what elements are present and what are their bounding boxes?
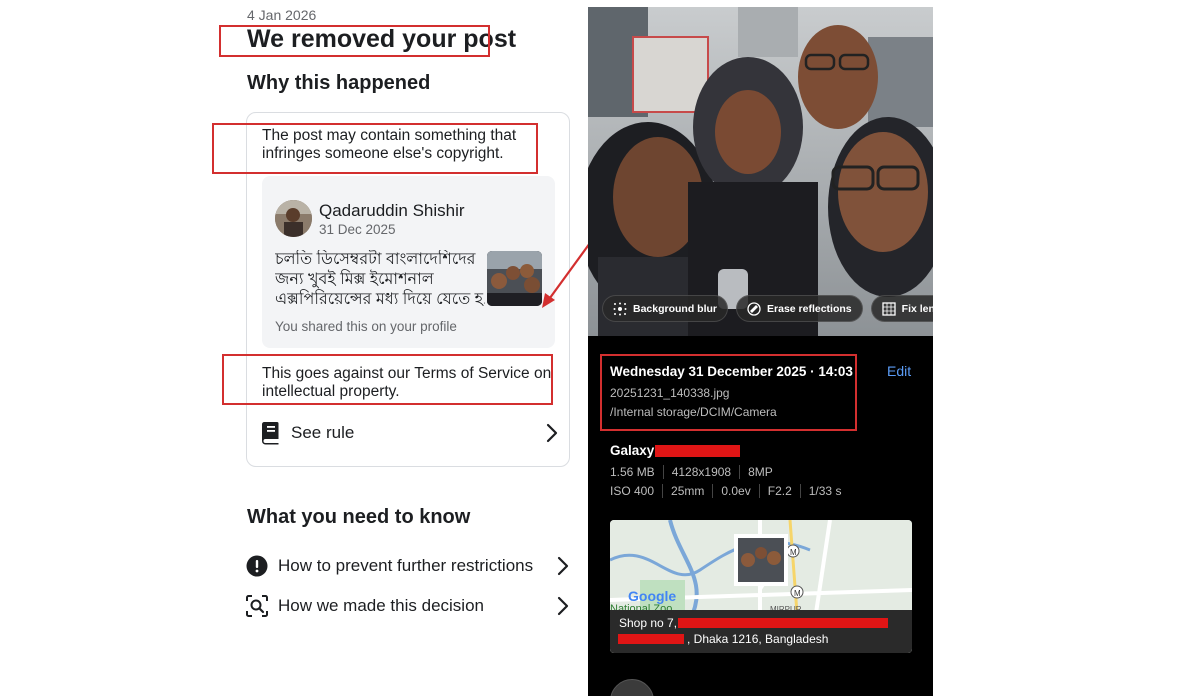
resolution: 4128x1908 <box>662 465 739 479</box>
svg-text:M: M <box>794 589 801 598</box>
annotation-box-title <box>219 25 490 57</box>
megapixels: 8MP <box>739 465 781 479</box>
background-blur-label: Background blur <box>633 302 718 315</box>
lens-icon <box>882 301 896 316</box>
prevent-restrictions-link[interactable]: How to prevent further restrictions <box>246 552 570 580</box>
post-text: চলতি ডিসেম্বরটা বাংলাদেশিদের জন্য খুবই ম… <box>275 250 485 310</box>
post-text-line: এক্সপিরিয়েন্সের মধ্য দিয়ে যেতে হ... <box>275 291 485 308</box>
see-rule-label: See rule <box>291 423 355 442</box>
google-logo: Google <box>628 588 676 604</box>
decision-info-label: How we made this decision <box>278 596 484 615</box>
address-city: , Dhaka 1216, Bangladesh <box>687 632 829 646</box>
aperture: F2.2 <box>758 484 800 498</box>
book-icon <box>261 422 279 445</box>
post-thumbnail <box>487 251 542 306</box>
post-text-line: চলতি ডিসেম্বরটা বাংলাদেশিদের <box>275 251 476 268</box>
need-to-know-heading: What you need to know <box>247 506 471 528</box>
author-avatar <box>275 200 312 237</box>
device-model: Galaxy <box>610 443 655 458</box>
annotation-box-reason <box>212 123 538 174</box>
metro-icon: M <box>790 548 797 557</box>
photo-details-panel: Background blur Erase reflections Fix le… <box>588 7 933 696</box>
shared-note: You shared this on your profile <box>275 319 457 334</box>
photo-specs-row: 1.56 MB 4128x1908 8MP <box>610 465 781 479</box>
redaction-mark <box>618 634 684 644</box>
bottom-avatar <box>610 679 654 696</box>
edit-details-button[interactable]: Edit <box>887 363 911 379</box>
focal-length: 25mm <box>662 484 712 498</box>
notice-date: 4 Jan 2026 <box>247 7 317 23</box>
address-box: Shop no 7, , Dhaka 1216, Bangladesh <box>610 610 912 653</box>
erase-reflections-chip[interactable]: Erase reflections <box>736 295 863 322</box>
removed-post-preview[interactable]: Qadaruddin Shishir 31 Dec 2025 চলতি ডিসে… <box>262 176 555 348</box>
why-heading: Why this happened <box>247 72 431 94</box>
post-date: 31 Dec 2025 <box>319 222 396 237</box>
redaction-mark <box>678 618 888 628</box>
fix-lens-distortion-label: Fix lens dis <box>901 302 933 315</box>
chevron-right-icon <box>557 556 569 576</box>
annotation-box-datetime <box>600 354 857 431</box>
see-rule-button[interactable]: See rule <box>259 418 559 448</box>
annotation-box-terms <box>222 354 553 405</box>
file-size: 1.56 MB <box>610 465 655 479</box>
prevent-restrictions-label: How to prevent further restrictions <box>278 556 534 575</box>
iso: ISO 400 <box>610 484 655 498</box>
shutter-speed: 1/33 s <box>799 484 850 498</box>
location-map[interactable]: M M Google National Zoo MIRPUR Shop no 7… <box>610 520 912 653</box>
fix-lens-distortion-chip[interactable]: Fix lens dis <box>870 295 933 322</box>
group-selfie-photo: Background blur Erase reflections Fix le… <box>588 7 933 336</box>
decision-info-link[interactable]: How we made this decision <box>246 592 570 620</box>
address-part: Shop no 7, <box>619 616 678 630</box>
edit-suggestions-bar: Background blur Erase reflections Fix le… <box>602 295 933 322</box>
annotation-arrow <box>542 242 591 308</box>
chevron-right-icon <box>557 596 569 616</box>
scan-search-icon <box>246 595 268 617</box>
erase-reflections-label: Erase reflections <box>767 302 852 315</box>
eraser-icon <box>747 301 761 316</box>
exclamation-circle-icon <box>246 555 268 577</box>
exposure-value: 0.0ev <box>712 484 758 498</box>
removal-notice-panel: 4 Jan 2026 We removed your post Why this… <box>0 0 588 696</box>
redaction-mark <box>655 445 740 457</box>
post-text-line: জন্য খুবই মিক্স ইমোশনাল <box>275 271 434 288</box>
post-author-name: Qadaruddin Shishir <box>319 201 465 220</box>
background-blur-chip[interactable]: Background blur <box>602 295 729 322</box>
camera-settings-row: ISO 400 25mm 0.0ev F2.2 1/33 s <box>610 484 849 498</box>
chevron-right-icon <box>546 423 558 443</box>
blur-icon <box>613 302 627 315</box>
